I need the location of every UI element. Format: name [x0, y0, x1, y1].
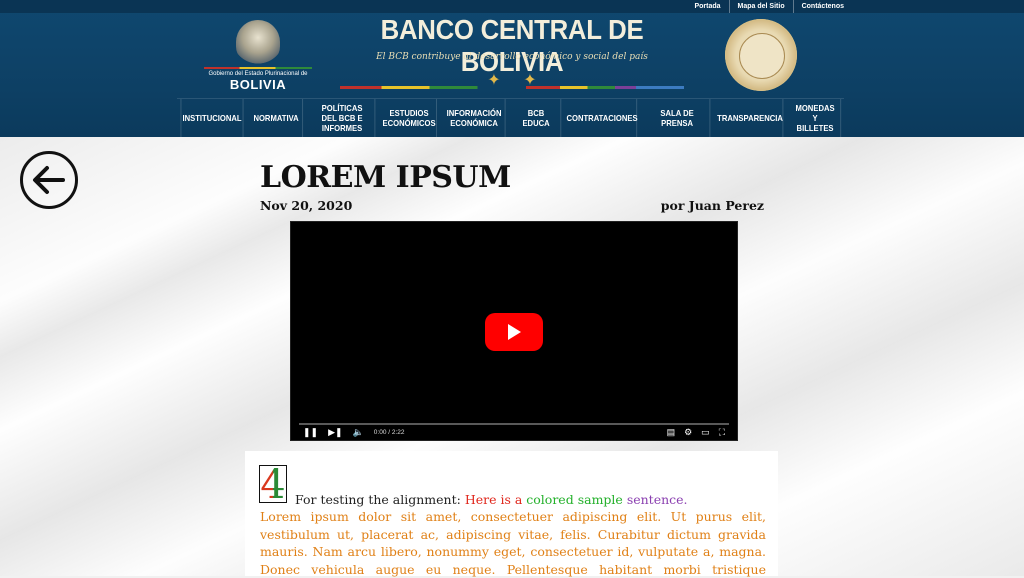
- nav-politicas[interactable]: POLÍTICAS DEL BCB E INFORMES: [310, 99, 376, 137]
- back-button[interactable]: [20, 151, 78, 209]
- colored-sample: sample: [577, 492, 623, 507]
- subtitles-icon[interactable]: ▤: [667, 427, 676, 438]
- top-link-portada[interactable]: Portada: [686, 0, 728, 13]
- lorem-paragraph: Lorem ipsum dolor sit amet, consectetuer…: [260, 509, 766, 577]
- nav-estudios[interactable]: ESTUDIOS ECONÓMICOS: [382, 99, 437, 137]
- nav-informacion[interactable]: INFORMACIÓN ECONÓMICA: [443, 99, 506, 137]
- coat-of-arms-icon: [236, 20, 280, 64]
- video-time: 0:00 / 2:22: [373, 429, 405, 436]
- nav-sala-de-prensa[interactable]: SALA DE PRENSA: [645, 99, 711, 137]
- play-icon: [508, 324, 521, 340]
- flag-stripe: [204, 67, 312, 69]
- government-logo[interactable]: Gobierno del Estado Plurinacional de BOL…: [200, 20, 316, 92]
- align-prefix: For testing the alignment:: [295, 492, 461, 507]
- alignment-line: For testing the alignment: Here is a col…: [295, 492, 688, 507]
- pause-icon[interactable]: ❚❚: [303, 427, 318, 438]
- nav-normativa[interactable]: NORMATIVA: [250, 99, 304, 137]
- nav-bcb-educa[interactable]: BCB EDUCA: [512, 99, 562, 137]
- nav-monedas[interactable]: MONEDAS Y BILLETES: [790, 99, 842, 137]
- main-nav: INSTITUCIONAL NORMATIVA POLÍTICAS DEL BC…: [177, 98, 844, 137]
- nav-transparencia[interactable]: TRANSPARENCIA: [717, 99, 784, 137]
- play-button[interactable]: [485, 313, 543, 351]
- top-bar: Portada Mapa del Sitio Contáctenos: [0, 0, 1024, 13]
- video-player[interactable]: ❚❚ ▶❚ 🔈 0:00 / 2:22 ▤ ⚙ ▭ ⛶: [290, 221, 738, 441]
- colored-sentence: sentence.: [626, 492, 688, 507]
- post-author: por Juan Perez: [660, 198, 764, 213]
- arrow-left-icon: [33, 166, 65, 194]
- post-date: Nov 20, 2020: [260, 198, 353, 213]
- settings-gear-icon[interactable]: ⚙: [684, 427, 692, 438]
- top-link-mapa-del-sitio[interactable]: Mapa del Sitio: [728, 0, 793, 13]
- color-stripes: [340, 86, 684, 89]
- post-title: LOREM IPSUM: [260, 160, 511, 195]
- fullscreen-icon[interactable]: ⛶: [719, 427, 725, 438]
- document-preview: 4 For testing the alignment: Here is a c…: [245, 451, 778, 577]
- gov-line2: BOLIVIA: [229, 77, 287, 92]
- next-icon[interactable]: ▶❚: [328, 427, 342, 438]
- colored-here: Here is a: [464, 492, 523, 507]
- drop-cap: 4: [259, 462, 287, 508]
- volume-icon[interactable]: 🔈: [353, 427, 364, 438]
- nav-contrataciones[interactable]: CONTRATACIONES: [567, 99, 638, 137]
- top-link-contactenos[interactable]: Contáctenos: [792, 0, 852, 13]
- theater-mode-icon[interactable]: ▭: [701, 427, 710, 438]
- site-tagline: El BCB contribuye al desarrollo económic…: [376, 52, 648, 62]
- video-progress-bar[interactable]: [299, 423, 729, 425]
- site-header: Portada Mapa del Sitio Contáctenos Gobie…: [0, 0, 1024, 137]
- nav-institucional[interactable]: INSTITUCIONAL: [180, 99, 244, 137]
- bcb-seal-icon: [725, 19, 797, 91]
- site-title[interactable]: BANCO CENTRAL DE BOLIVIA: [354, 14, 670, 78]
- colored-word: colored: [526, 492, 574, 507]
